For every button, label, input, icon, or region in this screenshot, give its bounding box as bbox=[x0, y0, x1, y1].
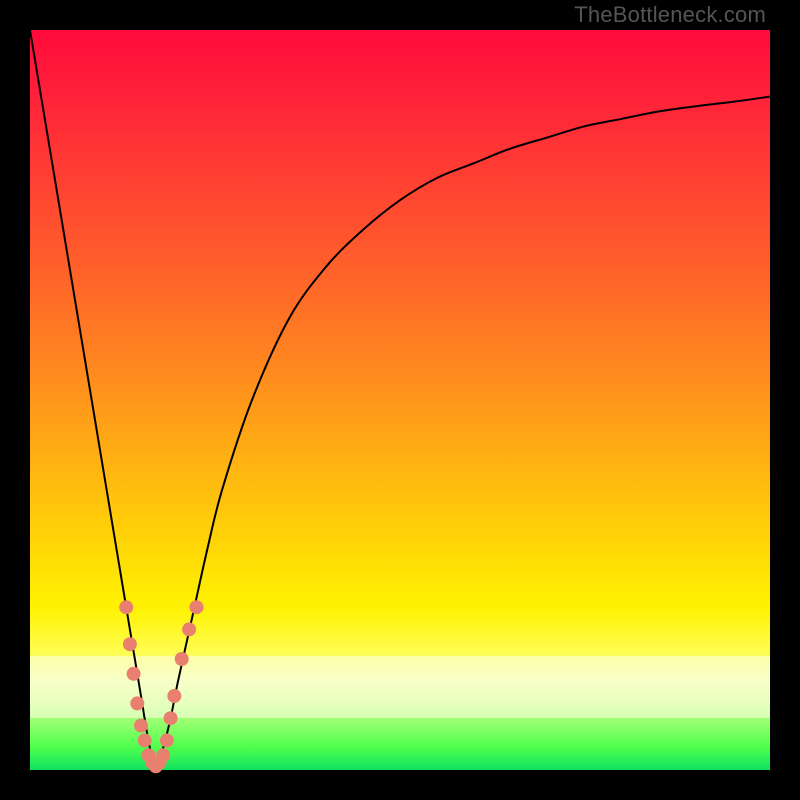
highlight-dot bbox=[119, 600, 133, 614]
watermark-text: TheBottleneck.com bbox=[574, 2, 766, 28]
highlight-dot bbox=[167, 689, 181, 703]
highlight-dot bbox=[138, 733, 152, 747]
highlight-dot bbox=[134, 719, 148, 733]
highlight-dots bbox=[119, 600, 203, 773]
plot-area bbox=[30, 30, 770, 770]
highlight-dot bbox=[123, 637, 137, 651]
highlight-dot bbox=[182, 622, 196, 636]
highlight-dot bbox=[127, 667, 141, 681]
chart-frame: TheBottleneck.com bbox=[0, 0, 800, 800]
highlight-dot bbox=[130, 696, 144, 710]
bottleneck-curve bbox=[30, 30, 770, 770]
highlight-dot bbox=[190, 600, 204, 614]
curve-svg bbox=[30, 30, 770, 770]
highlight-dot bbox=[160, 733, 174, 747]
highlight-dot bbox=[175, 652, 189, 666]
highlight-dot bbox=[164, 711, 178, 725]
highlight-dot bbox=[156, 748, 170, 762]
